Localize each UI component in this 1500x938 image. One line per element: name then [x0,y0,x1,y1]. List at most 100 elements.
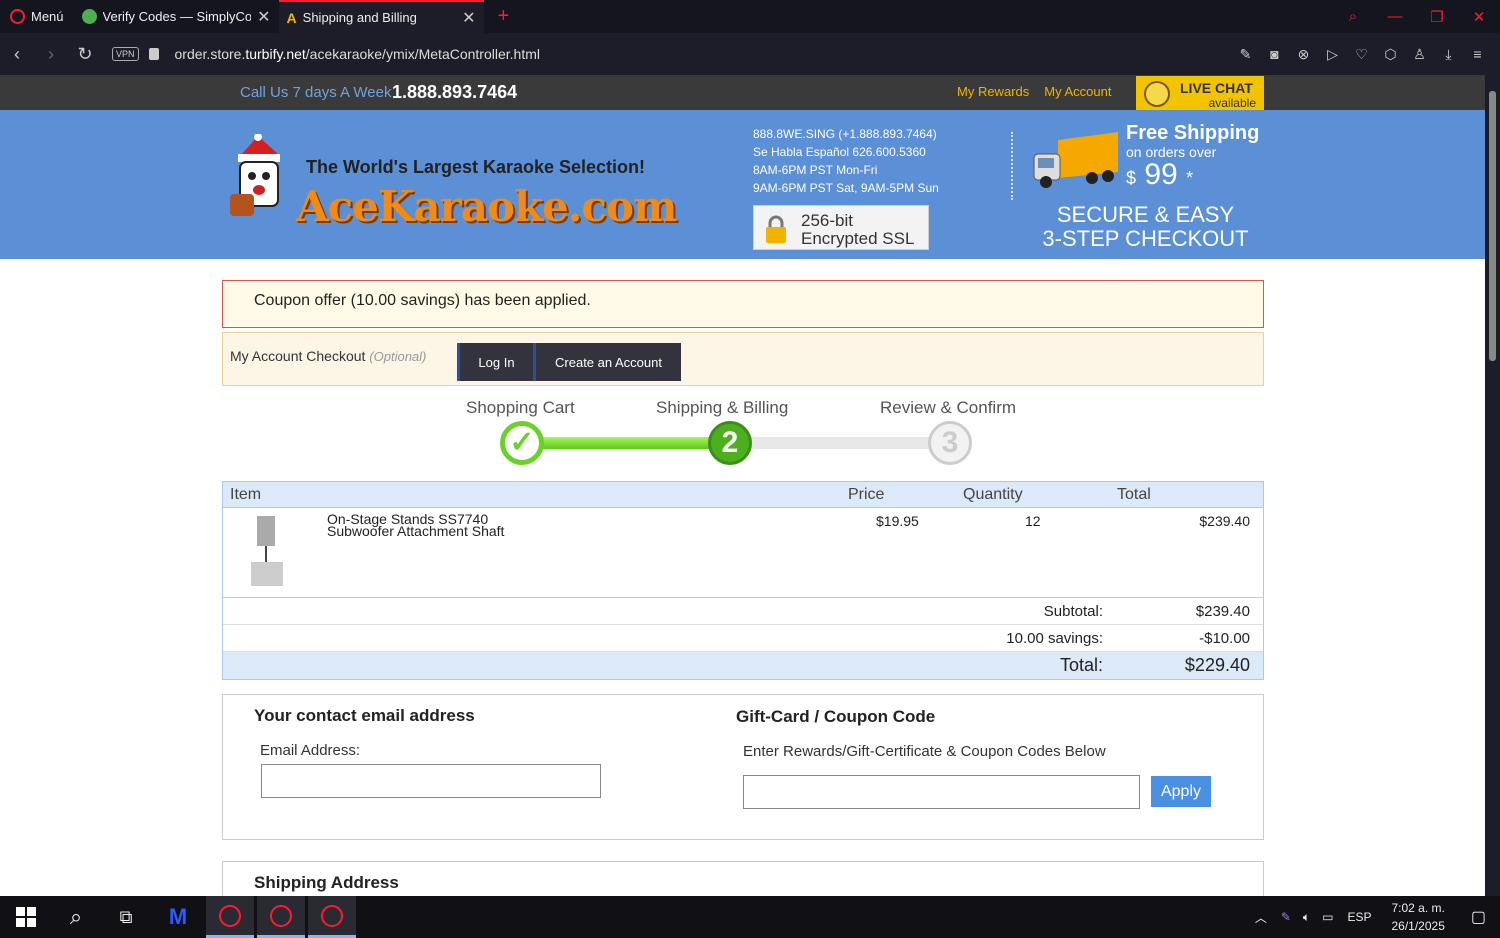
download-icon[interactable]: ⤓ [1434,46,1463,63]
notifications-icon[interactable]: ▢ [1471,907,1486,927]
contact-line: 8AM-6PM PST Mon-Fri [753,163,878,177]
block-icon[interactable]: ⊗ [1289,46,1318,63]
page-scrollbar[interactable] [1485,75,1500,896]
scrollbar-thumb[interactable] [1489,91,1496,361]
karaoke-mascot-icon [230,134,280,216]
back-icon[interactable]: ‹ [0,44,34,65]
windows-start-icon[interactable] [2,896,50,938]
send-icon[interactable]: ▷ [1318,46,1347,63]
create-account-button[interactable]: Create an Account [533,343,681,381]
site-logo[interactable]: AceKaraoke.com [296,182,677,231]
close-window-icon[interactable]: ✕ [1458,8,1500,26]
email-field[interactable] [261,764,601,798]
easy-setup-icon[interactable]: ≡ [1463,46,1492,62]
login-button[interactable]: Log In [457,343,533,381]
product-image[interactable] [231,514,305,590]
volume-icon[interactable]: 🔈︎ [1303,910,1310,925]
product-name-line-2: Subwoofer Attachment Shaft [327,523,505,539]
contact-email-title: Your contact email address [254,706,475,725]
step-label-shipping: Shipping & Billing [656,398,789,417]
url-field[interactable]: order.store.turbify.net/acekaraoke/ymix/… [175,46,540,62]
forward-icon[interactable]: › [34,44,68,65]
cart-table: Item Price Quantity Total On-Stage Stand… [222,481,1264,680]
padlock-icon [766,215,786,243]
pen-icon[interactable]: ✎ [1281,910,1291,924]
search-icon[interactable]: ⌕ [52,896,100,938]
phone-number[interactable]: 1.888.893.7464 [392,82,517,103]
url-domain: turbify.net [245,46,306,62]
tab-title: Verify Codes — SimplyCodes [102,9,252,24]
contact-line: 9AM-6PM PST Sat, 9AM-5PM Sun [753,181,939,195]
header-total: Total [1117,486,1151,503]
restore-icon[interactable]: ❐ [1416,8,1458,26]
search-tabs-icon[interactable]: ⌕ [1332,8,1374,25]
progress-bar-complete [530,437,720,449]
item-quantity: 12 [1025,513,1041,529]
my-account-link[interactable]: My Account [1044,84,1111,99]
savings-row: 10.00 savings: -$10.00 [223,625,1263,652]
step-label-review: Review & Confirm [880,398,1017,417]
task-view-icon[interactable]: ⧉ [102,896,150,938]
coupon-applied-message: Coupon offer (10.00 savings) has been ap… [222,280,1264,328]
snapshot-icon[interactable]: ◙ [1260,46,1289,62]
free-shipping-title: Free Shipping [1126,122,1260,144]
apply-coupon-button[interactable]: Apply [1151,776,1211,807]
coupon-code-field[interactable] [743,775,1140,809]
app-m-icon[interactable]: M [154,896,202,938]
header-price: Price [848,486,885,503]
url-prefix: order.store. [174,46,246,62]
web-page: Call Us 7 days A Week 1.888.893.7464 My … [0,75,1485,896]
site-top-strip: Call Us 7 days A Week 1.888.893.7464 My … [0,75,1485,112]
contact-line: 888.8WE.SING (+1.888.893.7464) [753,127,937,141]
opera-taskbar-icon[interactable] [206,896,254,938]
item-total: $239.40 [1199,513,1250,529]
header-item: Item [230,486,262,503]
subtotal-row: Subtotal: $239.40 [223,598,1263,625]
windows-taskbar: ⌕ ⧉ M ︿ ✎ 🔈︎ ▭ ESP 7:02 a. m. 26/1/2025 … [0,896,1500,938]
vpn-badge[interactable]: VPN [112,47,139,61]
total-label: Total: [1059,655,1103,675]
opera-logo-icon [270,904,292,927]
clock-date: 26/1/2025 [1391,919,1445,933]
profile-icon[interactable]: ♙ [1405,46,1434,63]
language-indicator[interactable]: ESP [1347,910,1371,924]
browser-menu-button[interactable]: Menú [0,0,74,33]
account-checkout-label: My Account Checkout (Optional) [230,348,426,364]
savings-label: 10.00 savings: [1006,630,1103,647]
network-icon[interactable]: ▭ [1322,910,1333,924]
clock[interactable]: 7:02 a. m. 26/1/2025 [1391,899,1444,935]
opera-taskbar-icon[interactable] [308,896,356,938]
system-tray: ︿ ✎ 🔈︎ ▭ ESP 7:02 a. m. 26/1/2025 ▢ [1247,896,1500,938]
checkout-steps: Shopping Cart Shipping & Billing Review … [440,395,1060,475]
tab-verify-codes[interactable]: Verify Codes — SimplyCodes ✕ [74,0,279,33]
simplycodes-favicon-icon [81,9,97,24]
reload-icon[interactable]: ↻ [68,44,102,65]
heart-icon[interactable]: ♡ [1347,46,1376,63]
step-label-cart: Shopping Cart [466,398,575,417]
step-1-check-icon: ✓ [500,421,544,465]
site-tagline: The World's Largest Karaoke Selection! [306,157,646,177]
clock-time: 7:02 a. m. [1391,901,1445,915]
secure-checkout-text: SECURE & EASY 3-STEP CHECKOUT [1038,203,1253,251]
email-label: Email Address: [260,742,361,759]
tab-close-icon[interactable]: ✕ [257,7,270,27]
total-value: $229.40 [1184,655,1250,675]
table-row: On-Stage Stands SS7740 Subwoofer Attachme… [223,508,1263,598]
edit-icon[interactable]: ✎ [1231,46,1260,63]
minimize-icon[interactable]: — [1374,8,1416,25]
product-name[interactable]: On-Stage Stands SS7740 Subwoofer Attachme… [327,512,505,539]
tab-shipping-billing[interactable]: A Shipping and Billing ✕ [278,0,484,33]
my-rewards-link[interactable]: My Rewards [957,84,1029,99]
step-3-circle: 3 [928,421,972,465]
subtotal-value: $239.40 [1195,603,1250,620]
address-bar: ‹ › ↻ VPN order.store.turbify.net/acekar… [0,33,1500,75]
tab-close-icon[interactable]: ✕ [462,8,475,28]
lock-icon[interactable] [148,48,159,60]
ssl-line-2: Encrypted SSL [801,229,915,248]
new-tab-plus-icon[interactable]: + [484,5,524,28]
live-chat-button[interactable]: LIVE CHAT available [1136,76,1264,112]
opera-taskbar-icon[interactable] [257,896,305,938]
chevron-up-icon[interactable]: ︿ [1255,909,1267,926]
subtotal-label: Subtotal: [1043,603,1103,620]
box-icon[interactable]: ⬡ [1376,46,1405,63]
